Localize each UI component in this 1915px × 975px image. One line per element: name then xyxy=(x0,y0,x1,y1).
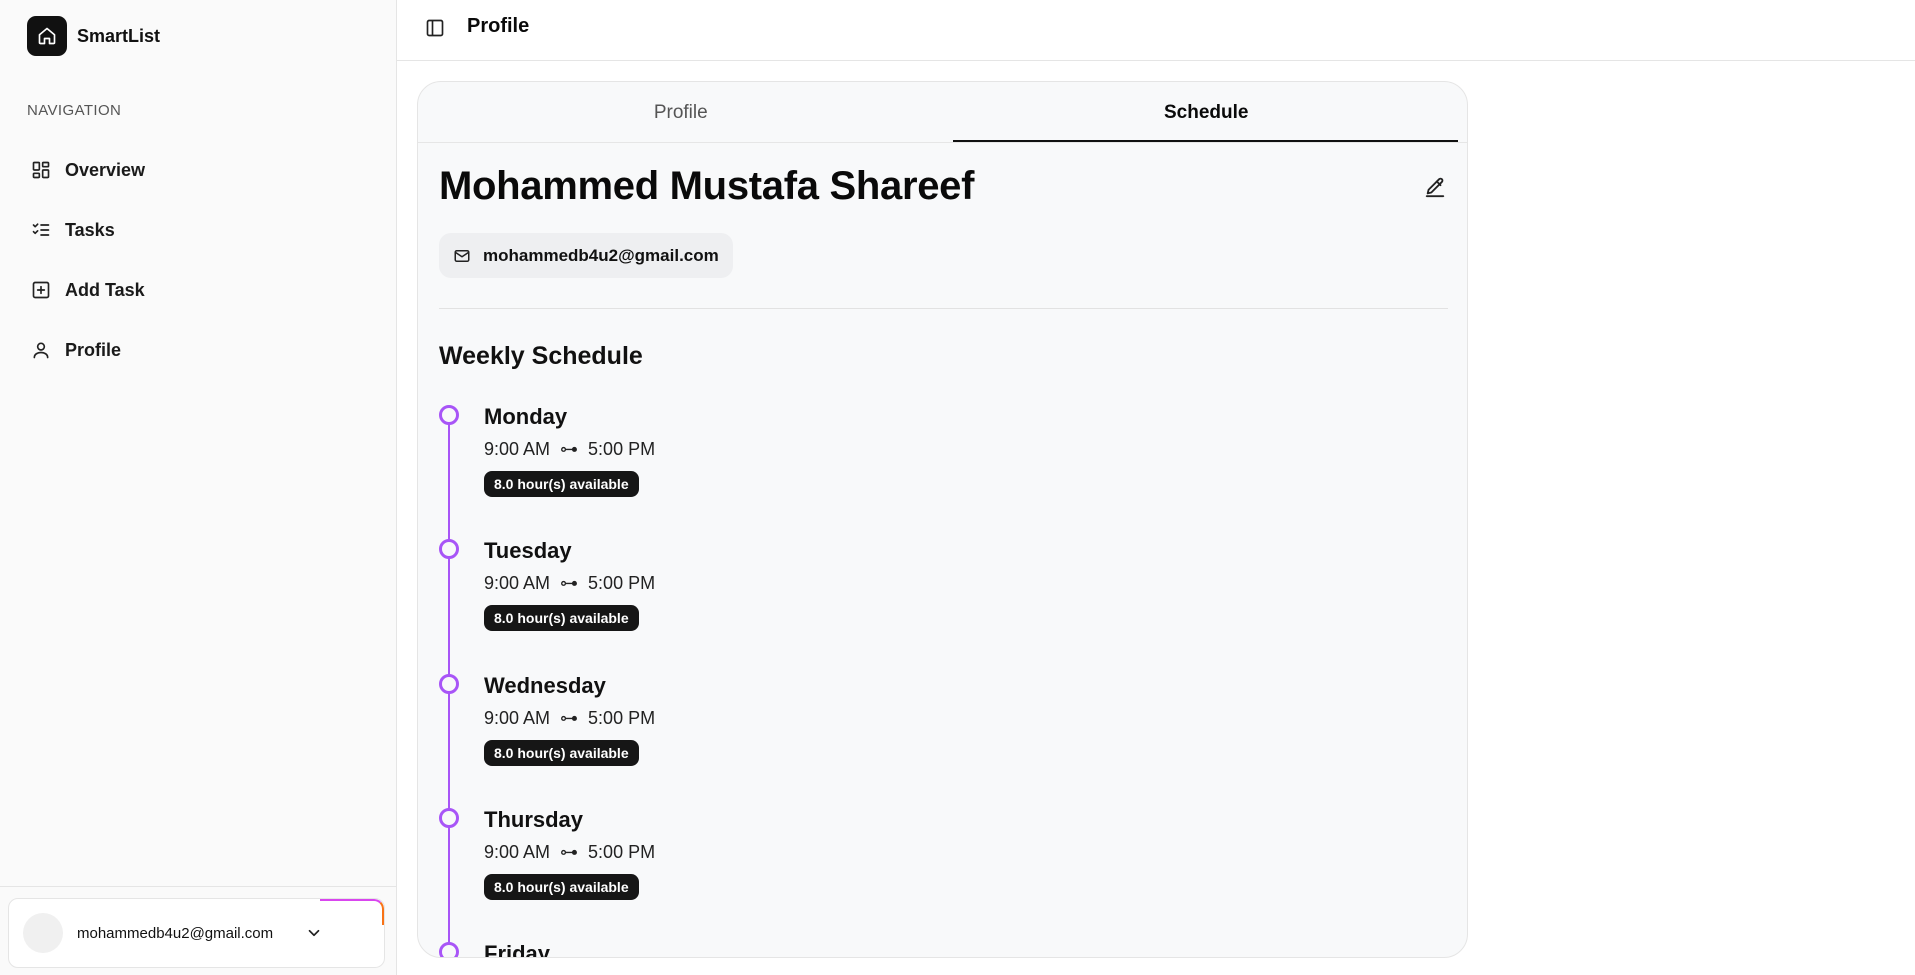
timeline-dot xyxy=(439,405,459,425)
day-name: Thursday xyxy=(484,807,584,832)
active-tab-indicator xyxy=(953,140,1458,142)
sidebar-item-label: Profile xyxy=(65,339,122,360)
sidebar: SmartList NAVIGATION Overview Tasks Add … xyxy=(0,0,397,975)
availability-badge: 8.0 hour(s) available xyxy=(484,740,639,766)
email-chip: mohammedb4u2@gmail.com xyxy=(439,233,733,278)
user-icon xyxy=(33,342,49,359)
list-checks-icon xyxy=(32,223,50,236)
avatar xyxy=(23,913,63,953)
sidebar-toggle-button[interactable] xyxy=(423,16,447,40)
start-time: 9:00 AM xyxy=(484,842,551,862)
sidebar-nav: Overview Tasks Add Task Profile xyxy=(27,140,367,380)
range-arrow-icon: ⊶ xyxy=(560,708,579,728)
timeline-dot xyxy=(439,942,459,957)
range-arrow-icon: ⊶ xyxy=(560,842,579,862)
sidebar-item-profile[interactable]: Profile xyxy=(27,320,367,380)
end-time: 5:00 PM xyxy=(588,708,656,728)
layout-grid-icon xyxy=(32,161,50,179)
start-time: 9:00 AM xyxy=(484,708,551,728)
timeline-dot xyxy=(439,808,459,828)
tab-bar: Profile Schedule xyxy=(418,82,1468,143)
start-time: 9:00 AM xyxy=(484,573,551,593)
mail-icon xyxy=(454,249,470,262)
plus-square-icon xyxy=(32,281,50,299)
sidebar-item-tasks[interactable]: Tasks xyxy=(27,200,367,260)
top-bar: Profile xyxy=(397,0,1915,61)
range-arrow-icon: ⊶ xyxy=(560,439,579,459)
sidebar-item-label: Add Task xyxy=(65,279,145,300)
end-time: 5:00 PM xyxy=(588,573,656,593)
section-divider xyxy=(439,308,1448,309)
chevron-down-icon xyxy=(308,929,320,937)
brand[interactable]: SmartList xyxy=(27,16,160,56)
day-name: Friday xyxy=(484,941,551,958)
edit-profile-button[interactable] xyxy=(1422,174,1448,200)
profile-email: mohammedb4u2@gmail.com xyxy=(483,245,719,265)
profile-card: Profile Schedule Mohammed Mustafa Sharee… xyxy=(417,81,1468,958)
range-arrow-icon: ⊶ xyxy=(560,573,579,593)
sidebar-item-add-task[interactable]: Add Task xyxy=(27,260,367,320)
end-time: 5:00 PM xyxy=(588,842,656,862)
user-menu-button[interactable]: mohammedb4u2@gmail.com xyxy=(8,898,385,968)
timeline-dot xyxy=(439,539,459,559)
day-name: Tuesday xyxy=(484,538,572,563)
tab-schedule[interactable]: Schedule xyxy=(944,82,1468,143)
home-icon xyxy=(27,16,67,56)
availability-badge: 8.0 hour(s) available xyxy=(484,471,639,497)
availability-badge: 8.0 hour(s) available xyxy=(484,874,639,900)
app-root: SmartList NAVIGATION Overview Tasks Add … xyxy=(0,0,1915,975)
tab-profile[interactable]: Profile xyxy=(418,82,944,143)
day-name: Wednesday xyxy=(484,673,606,698)
panel-left-icon xyxy=(426,19,444,37)
start-time: 9:00 AM xyxy=(484,439,551,459)
tab-bar-border xyxy=(418,142,1467,143)
timeline-dot xyxy=(439,674,459,694)
end-time: 5:00 PM xyxy=(588,439,656,459)
weekly-schedule-title: Weekly Schedule xyxy=(439,342,643,370)
day-times: 9:00 AM ⊶ 5:00 PM xyxy=(484,842,655,863)
day-times: 9:00 AM ⊶ 5:00 PM xyxy=(484,573,655,594)
brand-name: SmartList xyxy=(77,25,161,46)
user-card-accent xyxy=(320,899,384,925)
day-times: 9:00 AM ⊶ 5:00 PM xyxy=(484,439,655,460)
availability-badge: 8.0 hour(s) available xyxy=(484,605,639,631)
nav-heading: NAVIGATION xyxy=(27,102,122,119)
day-name: Monday xyxy=(484,404,568,429)
page-title: Profile xyxy=(467,15,530,37)
sidebar-footer-divider xyxy=(0,886,397,887)
profile-name: Mohammed Mustafa Shareef xyxy=(439,164,975,208)
sidebar-item-label: Overview xyxy=(65,159,146,180)
sidebar-item-overview[interactable]: Overview xyxy=(27,140,367,200)
user-email: mohammedb4u2@gmail.com xyxy=(77,924,274,942)
sidebar-item-label: Tasks xyxy=(65,219,115,240)
day-times: 9:00 AM ⊶ 5:00 PM xyxy=(484,708,655,729)
pencil-icon xyxy=(1425,177,1445,198)
